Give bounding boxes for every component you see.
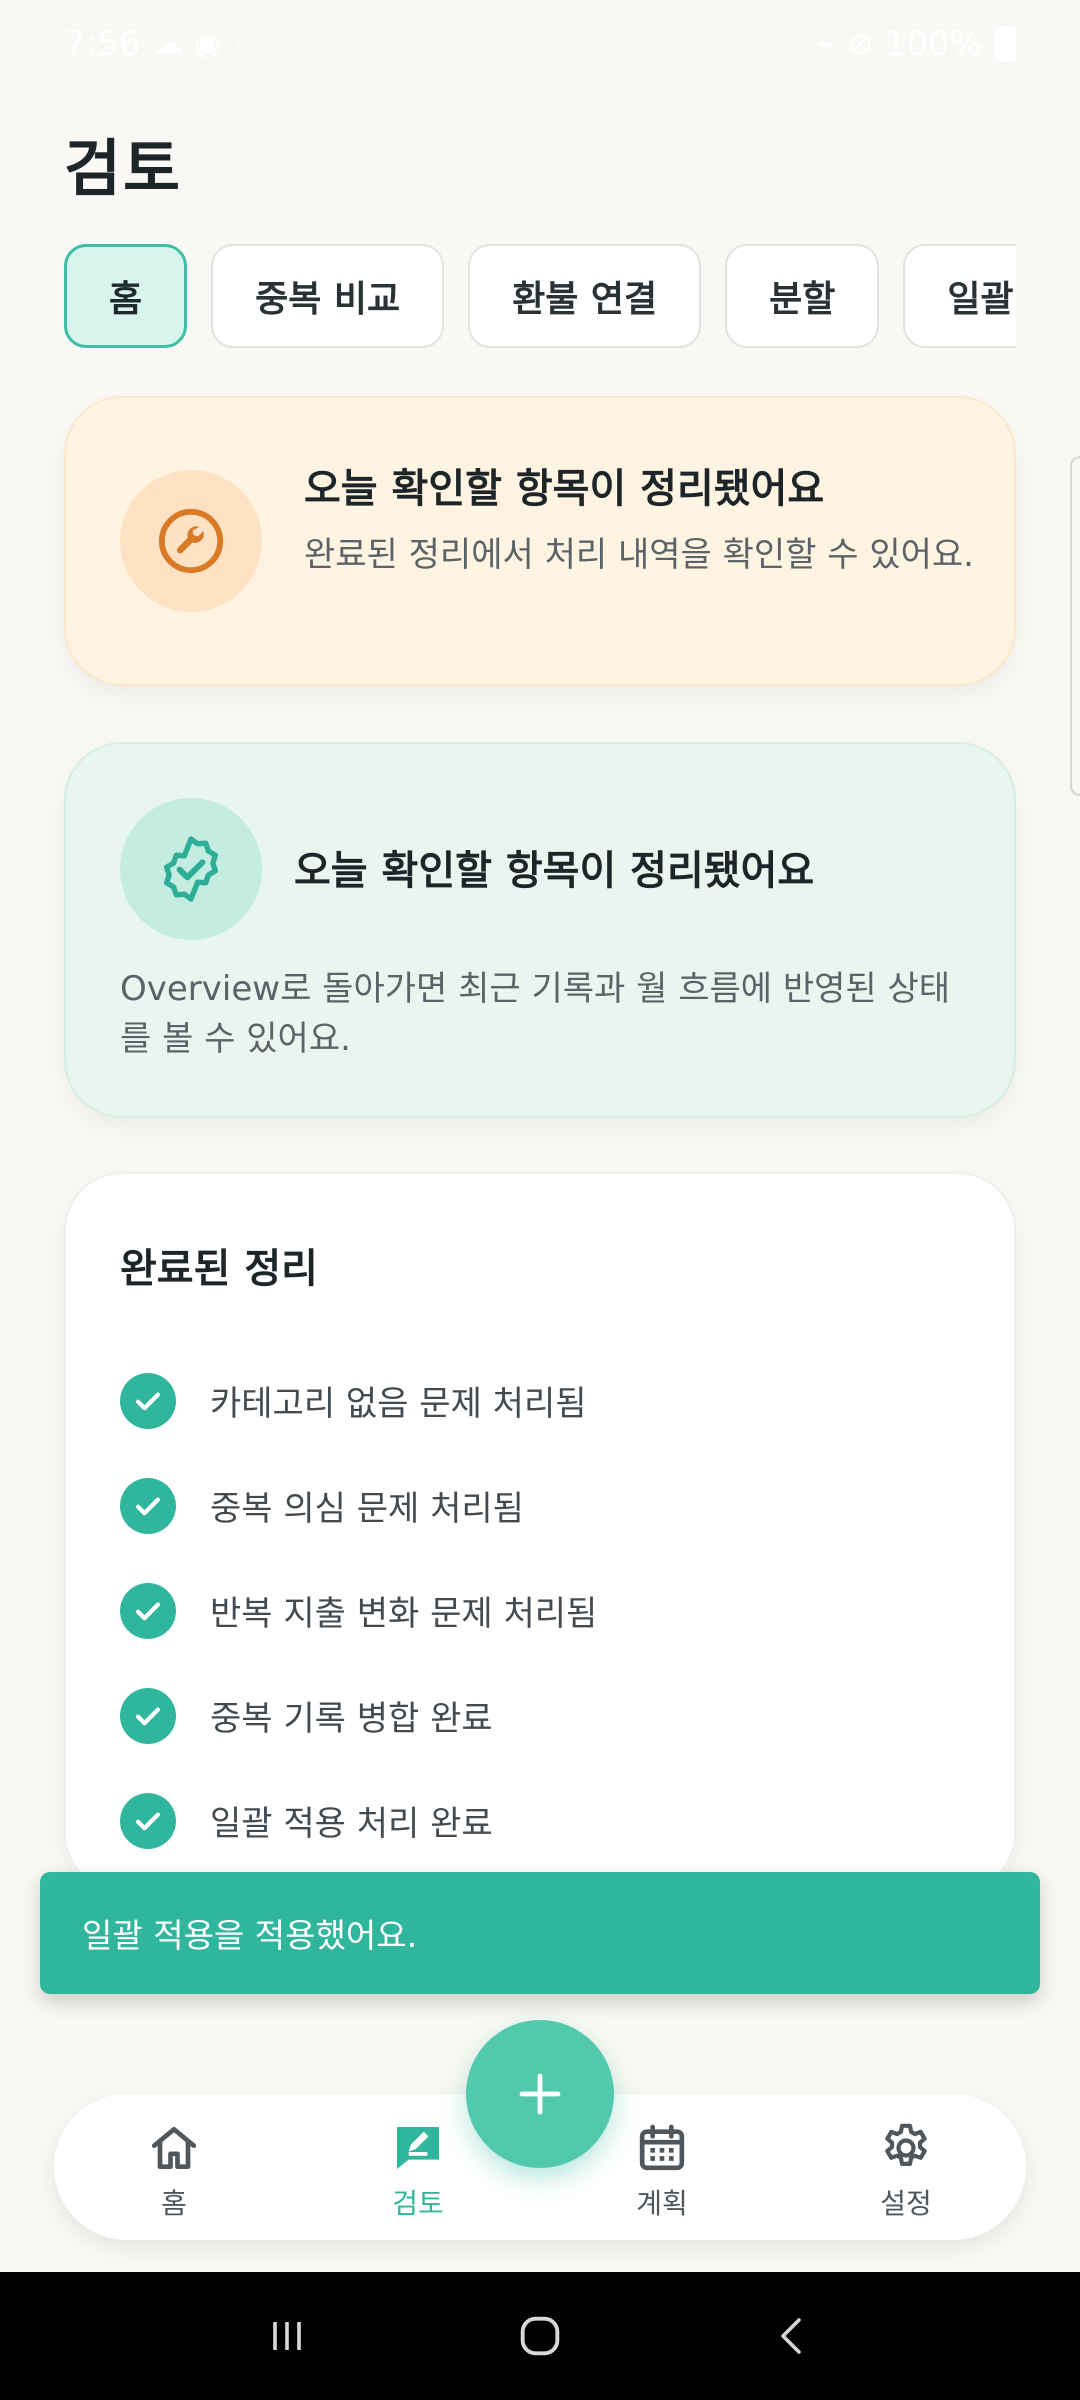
notice-card: 오늘 확인할 항목이 정리됐어요 완료된 정리에서 처리 내역을 확인할 수 있… bbox=[64, 396, 1016, 686]
check-circle-icon bbox=[120, 1687, 176, 1744]
nav-label: 홈 bbox=[161, 2187, 187, 2220]
list-item: 카테고리 없음 문제 처리됨 bbox=[120, 1348, 980, 1453]
review-screen: 7:56 ☁ ◉ ⁘ ⌁ ⊘ 100% 검토 홈 중복 비교 환불 연결 분할 … bbox=[0, 0, 1080, 2400]
list-item: 중복 기록 병합 완료 bbox=[120, 1663, 980, 1768]
tab-label: 홈 bbox=[109, 279, 143, 320]
status-right: ⌁ ⊘ 100% bbox=[818, 24, 1016, 64]
add-entry-button[interactable] bbox=[466, 2020, 614, 2168]
check-circle-icon bbox=[120, 1372, 176, 1429]
tab-refund-link[interactable]: 환불 연결 bbox=[468, 244, 702, 348]
battery-level: 100% bbox=[884, 24, 982, 64]
apps-icon: ⁘ bbox=[232, 26, 258, 62]
review-tabs: 홈 중복 비교 환불 연결 분할 일괄 적용 bbox=[64, 244, 1016, 350]
nav-item-plan[interactable]: 계획 bbox=[592, 2120, 732, 2222]
list-item: 일괄 적용 처리 완료 bbox=[120, 1768, 980, 1873]
tab-label: 일괄 적용 bbox=[947, 279, 1016, 320]
check-circle-icon bbox=[120, 1477, 176, 1534]
notice-description: 완료된 정리에서 처리 내역을 확인할 수 있어요. bbox=[304, 535, 974, 575]
home-icon bbox=[151, 2127, 197, 2169]
status-left: 7:56 ☁ ◉ ⁘ bbox=[64, 24, 258, 64]
do-not-disturb-icon: ⊘ bbox=[847, 26, 873, 62]
tab-split[interactable]: 분할 bbox=[725, 244, 880, 348]
network-icon: ⌁ bbox=[817, 26, 836, 62]
system-navigation-bar bbox=[0, 2272, 1080, 2400]
success-card: 오늘 확인할 항목이 정리됐어요 Overview로 돌아가면 최근 기록과 월… bbox=[64, 742, 1016, 1118]
back-chevron-icon bbox=[781, 2318, 802, 2354]
recent-apps-button[interactable] bbox=[247, 2296, 327, 2376]
completed-card: 완료된 정리 카테고리 없음 문제 처리됨 중복 의심 문제 처리됨 반복 지출… bbox=[64, 1172, 1016, 1892]
notice-title: 오늘 확인할 항목이 정리됐어요 bbox=[304, 466, 825, 512]
nav-label: 검토 bbox=[392, 2187, 444, 2220]
nav-item-settings[interactable]: 설정 bbox=[836, 2120, 976, 2222]
nav-label: 계획 bbox=[636, 2187, 688, 2220]
tab-home[interactable]: 홈 bbox=[64, 244, 188, 348]
list-item-label: 반복 지출 변화 문제 처리됨 bbox=[210, 1594, 598, 1634]
list-item-label: 카테고리 없음 문제 처리됨 bbox=[210, 1384, 587, 1424]
nav-item-home[interactable]: 홈 bbox=[104, 2120, 244, 2222]
list-item-label: 중복 의심 문제 처리됨 bbox=[210, 1489, 524, 1529]
check-circle-icon bbox=[120, 1582, 176, 1639]
account-icon: ◉ bbox=[194, 26, 221, 62]
completed-title: 완료된 정리 bbox=[120, 1246, 318, 1292]
notice-icon-circle bbox=[120, 470, 262, 612]
page-title: 검토 bbox=[64, 132, 183, 205]
tab-bulk-apply[interactable]: 일괄 적용 bbox=[903, 244, 1016, 348]
tab-label: 환불 연결 bbox=[512, 279, 658, 320]
calendar-icon bbox=[639, 2124, 685, 2171]
wrench-icon bbox=[158, 508, 224, 574]
tab-label: 분할 bbox=[769, 279, 836, 320]
gear-icon bbox=[885, 2123, 927, 2166]
nav-label: 설정 bbox=[880, 2187, 932, 2220]
list-item-label: 일괄 적용 처리 완료 bbox=[210, 1804, 493, 1844]
status-bar: 7:56 ☁ ◉ ⁘ ⌁ ⊘ 100% bbox=[0, 0, 1080, 88]
list-item: 반복 지출 변화 문제 처리됨 bbox=[120, 1558, 980, 1663]
edge-panel-handle[interactable] bbox=[1070, 456, 1080, 796]
list-item-label: 중복 기록 병합 완료 bbox=[210, 1699, 493, 1739]
tab-label: 중복 비교 bbox=[255, 279, 401, 320]
plus-icon bbox=[519, 2073, 561, 2115]
success-icon-circle bbox=[120, 798, 262, 940]
completed-list: 카테고리 없음 문제 처리됨 중복 의심 문제 처리됨 반복 지출 변화 문제 … bbox=[120, 1348, 980, 1873]
toast-text: 일괄 적용을 적용했어요. bbox=[82, 1916, 418, 1955]
home-button[interactable] bbox=[500, 2296, 580, 2376]
cloud-icon: ☁ bbox=[152, 26, 183, 62]
home-circle-icon bbox=[520, 2316, 560, 2356]
review-edit-icon bbox=[397, 2127, 439, 2169]
nav-item-review[interactable]: 검토 bbox=[348, 2120, 488, 2222]
check-circle-icon bbox=[120, 1792, 176, 1849]
status-time: 7:56 bbox=[64, 24, 141, 64]
tab-duplicate-compare[interactable]: 중복 비교 bbox=[211, 244, 445, 348]
verified-badge-icon bbox=[164, 836, 218, 902]
recent-apps-icon bbox=[272, 2322, 301, 2350]
battery-icon bbox=[994, 27, 1016, 61]
back-button[interactable] bbox=[753, 2296, 833, 2376]
list-item: 중복 의심 문제 처리됨 bbox=[120, 1453, 980, 1558]
success-title: 오늘 확인할 항목이 정리됐어요 bbox=[294, 848, 815, 894]
toast-message: 일괄 적용을 적용했어요. bbox=[40, 1872, 1040, 1994]
success-description: Overview로 돌아가면 최근 기록과 월 흐름에 반영된 상태를 볼 수 … bbox=[120, 969, 951, 1059]
